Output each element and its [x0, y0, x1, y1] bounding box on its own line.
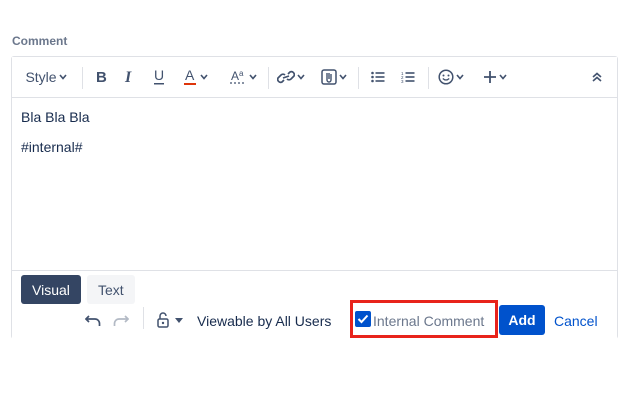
redo-button[interactable]	[112, 313, 130, 329]
svg-text:a: a	[239, 69, 244, 78]
svg-text:I: I	[124, 69, 132, 85]
restrictions-dropdown[interactable]	[154, 311, 186, 329]
toolbar-divider	[428, 67, 429, 89]
undo-button[interactable]	[84, 313, 102, 329]
italic-button[interactable]: I	[118, 65, 140, 89]
chevron-down-icon	[249, 74, 257, 80]
viewable-by-label[interactable]: Viewable by All Users	[197, 313, 331, 329]
toolbar-divider	[82, 67, 83, 89]
toolbar-divider	[268, 67, 269, 89]
underline-button[interactable]: U	[148, 65, 170, 89]
bullet-list-button[interactable]	[368, 65, 388, 89]
chevron-down-icon	[456, 74, 464, 80]
toolbar-divider	[358, 67, 359, 89]
cancel-button[interactable]: Cancel	[554, 313, 598, 329]
insert-more-button[interactable]	[480, 65, 510, 89]
footer-divider	[143, 307, 144, 329]
underline-icon: U	[154, 68, 164, 85]
svg-text:A: A	[185, 68, 195, 83]
bold-button[interactable]: B	[90, 65, 112, 89]
chevron-down-icon	[297, 74, 305, 80]
editor-toolbar: Style B I U A Aa 1 2 3	[12, 57, 617, 98]
check-icon	[357, 314, 369, 324]
tab-text[interactable]: Text	[87, 275, 135, 304]
chevron-down-icon	[339, 74, 347, 80]
undo-icon	[85, 315, 101, 326]
internal-comment-checkbox[interactable]	[355, 311, 371, 327]
text-effects-button[interactable]: Aa	[226, 65, 260, 89]
text-color-icon: A	[184, 68, 196, 85]
emoji-icon	[438, 69, 454, 85]
add-button[interactable]: Add	[499, 305, 545, 335]
chevron-down-icon	[58, 74, 67, 80]
svg-text:3: 3	[401, 79, 404, 83]
svg-text:B: B	[96, 69, 107, 85]
style-dropdown[interactable]: Style	[24, 65, 68, 89]
tab-visual[interactable]: Visual	[21, 275, 81, 304]
link-button[interactable]	[276, 65, 306, 89]
link-icon	[277, 70, 295, 84]
text-effects-icon: Aa	[230, 69, 245, 84]
bullet-list-icon	[371, 71, 385, 83]
insert-more-icon	[484, 71, 496, 83]
bold-icon: B	[96, 69, 107, 85]
chevron-down-icon	[200, 74, 208, 80]
editor-footer: Visual Text Viewable by All Users Intern…	[12, 270, 617, 339]
collapse-toolbar-button[interactable]	[588, 65, 606, 89]
chevron-down-icon	[499, 74, 507, 80]
numbered-list-icon: 123	[401, 71, 415, 83]
comment-text-area[interactable]: Bla Bla Bla #internal#	[12, 98, 617, 308]
comment-line: Bla Bla Bla	[21, 109, 90, 125]
internal-comment-label[interactable]: Internal Comment	[373, 313, 484, 329]
svg-text:U: U	[154, 68, 164, 83]
emoji-button[interactable]	[436, 65, 466, 89]
comment-editor: Style B I U A Aa 1 2 3 Bla Bla Bla #inte…	[11, 56, 618, 339]
attachment-icon	[321, 69, 337, 85]
comment-field-label: Comment	[12, 34, 68, 48]
caret-down-icon	[175, 317, 183, 323]
comment-line: #internal#	[21, 139, 83, 155]
italic-icon: I	[124, 69, 132, 85]
svg-text:A: A	[231, 69, 239, 83]
unlock-icon	[157, 312, 169, 328]
redo-icon	[113, 315, 129, 326]
text-color-button[interactable]: A	[178, 65, 212, 89]
collapse-toolbar-icon	[592, 72, 602, 82]
style-dropdown-label: Style	[25, 69, 57, 85]
numbered-list-button[interactable]: 123	[398, 65, 418, 89]
attachment-button[interactable]	[318, 65, 350, 89]
